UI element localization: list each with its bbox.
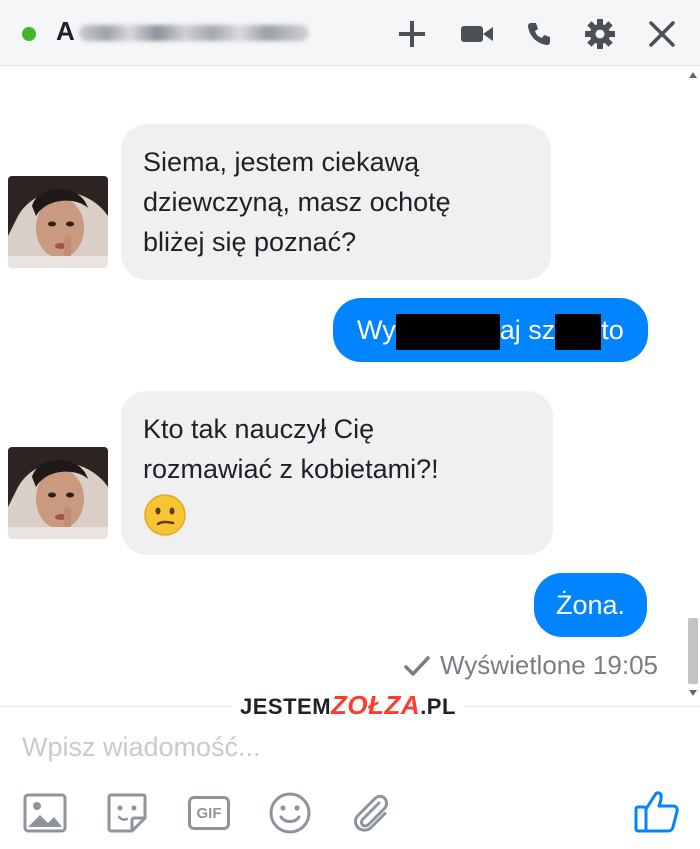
gear-icon[interactable] — [580, 14, 620, 54]
online-status-icon — [22, 27, 36, 41]
message-bubble-outgoing: Żona. — [534, 573, 648, 637]
contact-name-blurred — [78, 25, 309, 42]
watermark-part-accent: ZOŁZA — [331, 690, 421, 720]
scrollbar-thumb[interactable] — [688, 618, 698, 684]
gif-label: GIF — [188, 796, 230, 830]
emoji-row — [143, 489, 531, 537]
redaction-bar — [555, 313, 602, 350]
close-icon[interactable] — [642, 14, 682, 54]
message-bubble-outgoing: Wy aj sz to — [333, 298, 648, 362]
add-icon[interactable] — [392, 14, 432, 54]
message-line: dziewczyną, masz ochotę — [143, 187, 451, 217]
seen-indicator: Wyświetlone 19:05 — [404, 650, 658, 681]
scroll-down-arrow-icon[interactable] — [689, 690, 697, 696]
message-text-part: Wy — [357, 315, 396, 345]
message-line: Kto tak nauczył Cię — [143, 414, 375, 444]
watermark-logo: JESTEMZOŁZA.PL — [232, 690, 464, 721]
message-input[interactable]: Wpisz wiadomość... — [22, 732, 261, 763]
scroll-up-arrow-icon[interactable] — [689, 72, 697, 78]
watermark-part: .PL — [420, 694, 456, 719]
message-line: rozmawiać z kobietami?! — [143, 454, 439, 484]
redaction-bar — [395, 313, 500, 350]
contact-avatar[interactable] — [8, 176, 108, 268]
message-text-part: to — [601, 315, 624, 345]
video-camera-icon[interactable] — [457, 14, 497, 54]
gif-icon[interactable]: GIF — [186, 790, 232, 836]
message-text-part: aj sz — [499, 315, 556, 345]
watermark-part: JESTEM — [240, 694, 332, 719]
checkmark-icon — [404, 655, 430, 676]
image-icon[interactable] — [22, 790, 68, 836]
contact-name[interactable]: A — [56, 16, 309, 47]
seen-label: Wyświetlone 19:05 — [440, 650, 658, 680]
emoji-icon[interactable] — [267, 790, 313, 836]
phone-icon[interactable] — [519, 14, 559, 54]
attachment-icon[interactable] — [348, 790, 394, 836]
confused-face-icon — [144, 494, 186, 536]
scrollbar[interactable] — [686, 66, 700, 702]
message-bubble-incoming: Kto tak nauczył Cię rozmawiać z kobietam… — [121, 391, 553, 555]
message-line: Siema, jestem ciekawą — [143, 147, 420, 177]
contact-name-initial: A — [56, 16, 75, 46]
chat-header: A — [0, 0, 700, 66]
message-line: bliżej się poznać? — [143, 227, 357, 257]
thumbs-up-icon[interactable] — [632, 786, 682, 836]
message-bubble-incoming: Siema, jestem ciekawą dziewczyną, masz o… — [121, 124, 551, 280]
contact-avatar[interactable] — [8, 447, 108, 539]
sticker-icon[interactable] — [104, 790, 150, 836]
